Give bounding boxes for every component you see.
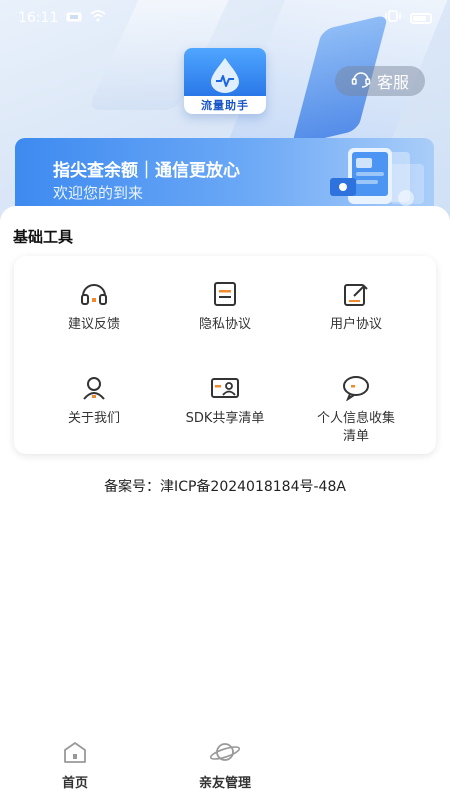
document-icon	[213, 280, 237, 308]
app-name: 流量助手	[184, 96, 266, 114]
tool-label: 关于我们	[67, 411, 120, 426]
app-logo: 流量助手	[184, 48, 266, 114]
vibrate-icon	[384, 10, 402, 26]
customer-service-label: 客服	[376, 73, 409, 92]
id-card-icon	[210, 374, 240, 402]
banner-title: 指尖查余额｜通信更放心	[53, 161, 240, 181]
tool-label-line: 个人信息收集	[316, 411, 395, 426]
user-icon	[81, 374, 107, 402]
support-icon	[351, 70, 371, 92]
tools-card: 建议反馈 隐私协议 用户协议 关于我们 SDK共享清单 个人信息收集 清单	[14, 256, 436, 454]
banner-subtitle: 欢迎您的到来	[53, 184, 144, 202]
tool-feedback[interactable]: 建议反馈	[24, 280, 164, 334]
tab-label: 亲友管理	[198, 776, 251, 791]
status-time: 16:11	[18, 10, 59, 26]
customer-service-button[interactable]: 客服	[335, 66, 425, 96]
tab-family-management[interactable]: 亲友管理	[180, 740, 270, 791]
tool-label: 个人信息收集 清单	[317, 410, 395, 446]
water-drop-icon	[208, 56, 242, 98]
edit-document-icon	[343, 280, 369, 308]
tool-privacy-policy[interactable]: 隐私协议	[155, 280, 295, 334]
wifi-icon	[90, 10, 106, 26]
tab-label: 首页	[61, 776, 88, 791]
tool-label: 用户协议	[329, 317, 382, 332]
chat-bubble-icon	[342, 374, 370, 402]
battery-icon	[410, 12, 432, 24]
tab-bar: 首页 亲友管理	[0, 740, 450, 800]
tab-home[interactable]: 首页	[30, 740, 120, 791]
tool-user-agreement[interactable]: 用户协议	[286, 280, 426, 334]
headset-icon	[79, 280, 109, 308]
tool-about-us[interactable]: 关于我们	[24, 374, 164, 428]
tool-personal-info-list[interactable]: 个人信息收集 清单	[286, 374, 426, 446]
status-bar: 16:11	[0, 0, 450, 36]
tool-label: 建议反馈	[67, 317, 120, 332]
tool-label: 隐私协议	[198, 317, 251, 332]
planet-icon	[209, 740, 241, 768]
tool-label: SDK共享清单	[185, 411, 265, 426]
home-icon	[62, 740, 88, 768]
tool-label-line: 清单	[342, 429, 369, 444]
hd-icon	[66, 10, 82, 26]
icp-record[interactable]: 备案号：津ICP备2024018184号-48A	[0, 476, 450, 496]
section-title: 基础工具	[13, 228, 74, 246]
tool-sdk-list[interactable]: SDK共享清单	[155, 374, 295, 428]
